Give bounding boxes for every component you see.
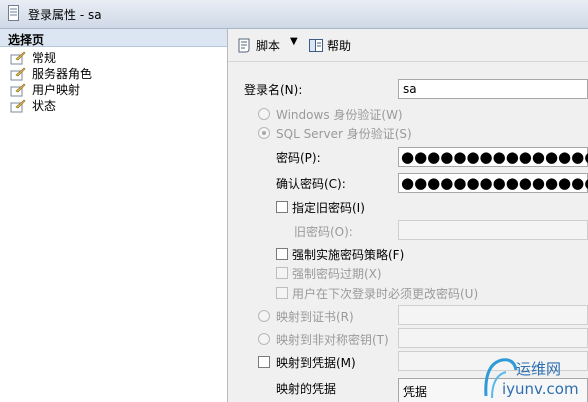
map-credential-label: 映射到凭据(M) [276, 356, 356, 370]
page-icon [10, 51, 26, 65]
old-password-input[interactable] [398, 220, 588, 240]
script-dropdown-arrow-icon[interactable]: ▼ [290, 36, 298, 47]
page-item-label: 常规 [32, 51, 57, 65]
confirm-password-input[interactable]: ●●●●●●●●●●●●●●● [398, 173, 588, 193]
specify-old-password-checkbox[interactable] [276, 201, 288, 213]
mapped-credentials-label: 映射的凭据 [276, 382, 337, 396]
help-icon [309, 39, 323, 52]
must-change-checkbox[interactable] [276, 287, 288, 299]
page-item-label: 状态 [32, 99, 57, 113]
enforce-expiration-checkbox[interactable] [276, 267, 288, 279]
certificate-select[interactable] [398, 305, 588, 325]
login-name-input[interactable]: sa [398, 79, 588, 99]
select-page-pane: 选择页 常规 服务器角色 用户映射 状态 [0, 29, 228, 402]
login-name-label: 登录名(N): [244, 83, 303, 97]
page-item-label: 服务器角色 [32, 67, 93, 81]
map-certificate-label: 映射到证书(R) [276, 310, 354, 324]
password-input[interactable]: ●●●●●●●●●●●●●●● [398, 147, 588, 167]
map-credential-checkbox[interactable] [258, 356, 270, 368]
page-item-label: 用户映射 [32, 83, 81, 97]
confirm-password-label: 确认密码(C): [276, 177, 346, 191]
enforce-policy-checkbox[interactable] [276, 248, 288, 260]
page-item-user-mapping[interactable]: 用户映射 [0, 82, 227, 98]
confirm-password-value: ●●●●●●●●●●●●●●● [401, 174, 588, 192]
enforce-expiration-label: 强制密码过期(X) [292, 267, 382, 281]
map-asymmetric-key-label: 映射到非对称密钥(T) [276, 333, 389, 347]
sql-auth-radio[interactable] [258, 127, 270, 139]
page-icon [10, 83, 26, 97]
watermark-domain: iyunv.com [502, 380, 579, 398]
document-icon [8, 5, 19, 21]
login-name-value: sa [403, 82, 417, 96]
general-page: 登录名(N): sa Windows 身份验证(W) SQL Server 身份… [228, 62, 588, 402]
page-icon [10, 99, 26, 113]
map-asymmetric-key-radio[interactable] [258, 333, 270, 345]
watermark: 运维网 iyunv.com [480, 356, 588, 402]
help-button[interactable]: 帮助 [327, 37, 351, 54]
script-icon [238, 38, 250, 53]
credential-column-header: 凭据 [403, 385, 428, 399]
password-label: 密码(P): [276, 151, 321, 165]
page-item-server-roles[interactable]: 服务器角色 [0, 66, 227, 82]
password-value: ●●●●●●●●●●●●●●● [401, 148, 588, 166]
window-title: 登录属性 - sa [28, 8, 102, 22]
asymmetric-key-select[interactable] [398, 328, 588, 348]
windows-auth-radio[interactable] [258, 108, 270, 120]
page-icon [10, 67, 26, 81]
must-change-label: 用户在下次登录时必须更改密码(U) [292, 287, 479, 301]
enforce-policy-label: 强制实施密码策略(F) [292, 248, 405, 262]
sql-auth-label: SQL Server 身份验证(S) [276, 127, 412, 141]
toolbar: 脚本 ▼ 帮助 [228, 29, 588, 62]
map-certificate-radio[interactable] [258, 310, 270, 322]
windows-auth-label: Windows 身份验证(W) [276, 108, 403, 122]
title-bar: 登录属性 - sa [0, 0, 588, 29]
select-page-header: 选择页 [0, 29, 227, 47]
specify-old-password-label: 指定旧密码(I) [292, 201, 365, 215]
watermark-title: 运维网 [516, 360, 562, 378]
page-item-status[interactable]: 状态 [0, 98, 227, 114]
page-item-general[interactable]: 常规 [0, 50, 227, 66]
old-password-label: 旧密码(O): [294, 225, 353, 239]
script-button[interactable]: 脚本 [256, 37, 280, 54]
